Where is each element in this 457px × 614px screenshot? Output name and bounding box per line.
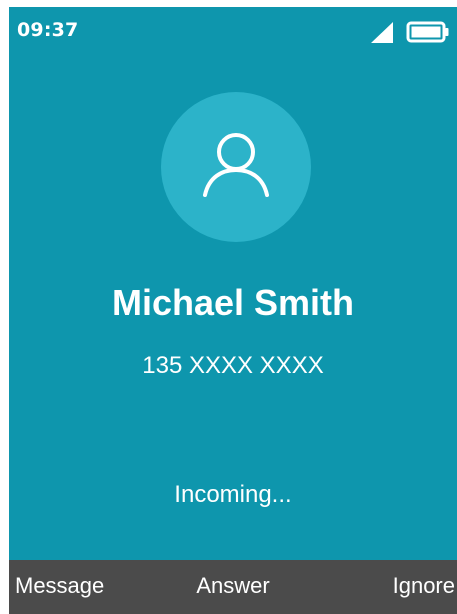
caller-name: Michael Smith [111,282,355,323]
softkey-bar: Message Answer Ignore [9,560,457,614]
answer-softkey[interactable]: Answer [9,573,457,599]
caller-avatar [161,92,311,242]
cellular-signal-icon [371,22,393,43]
person-icon [203,133,269,197]
call-status: Incoming... [174,481,292,508]
caller-number: 135 XXXX XXXX [142,352,324,379]
status-bar: 09:37 [9,7,457,53]
battery-full-icon [406,21,449,43]
ignore-softkey[interactable]: Ignore [393,573,455,599]
status-time: 09:37 [17,19,79,41]
incoming-call-screen: 09:37 Michael Smith 135 XXXX XXXX Incomi… [9,7,457,614]
